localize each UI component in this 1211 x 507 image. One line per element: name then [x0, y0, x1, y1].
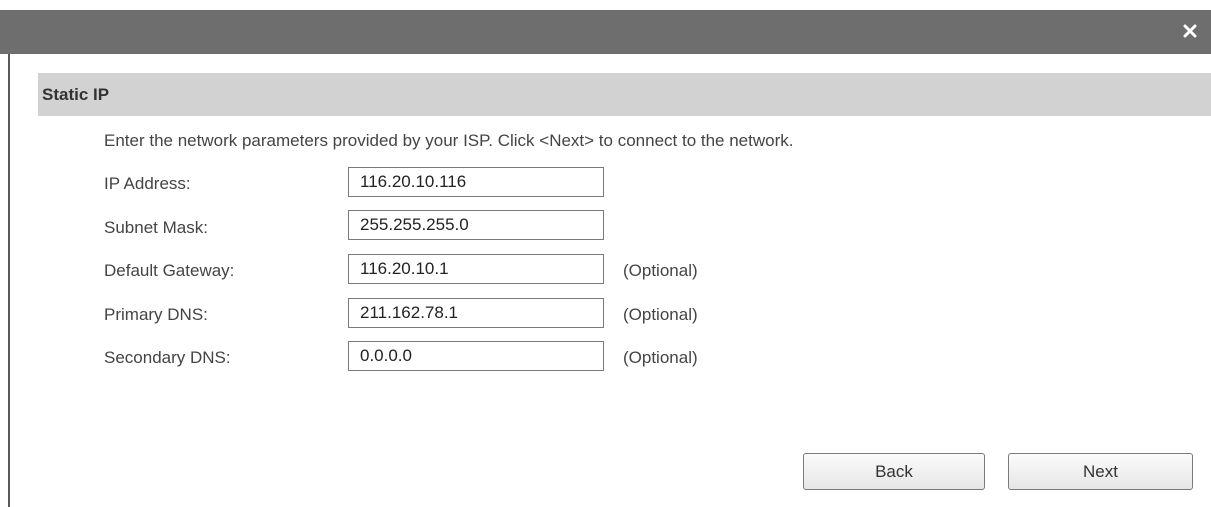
primary-dns-input[interactable]	[348, 298, 604, 328]
subnet-mask-label: Subnet Mask:	[104, 218, 208, 237]
default-gateway-label: Default Gateway:	[104, 261, 235, 280]
secondary-dns-optional-hint: (Optional)	[623, 348, 698, 367]
section-header: Static IP	[38, 73, 1211, 116]
primary-dns-optional-hint: (Optional)	[623, 305, 698, 324]
secondary-dns-input[interactable]	[348, 341, 604, 371]
ip-address-label: IP Address:	[104, 174, 191, 193]
instructions-text: Enter the network parameters provided by…	[104, 131, 794, 150]
subnet-mask-input[interactable]	[348, 210, 604, 240]
primary-dns-label: Primary DNS:	[104, 305, 208, 324]
back-button[interactable]: Back	[803, 453, 985, 490]
default-gateway-input[interactable]	[348, 254, 604, 284]
ip-address-input[interactable]	[348, 167, 604, 197]
dialog-left-border	[8, 54, 10, 507]
dialog-title-bar	[0, 10, 1211, 54]
close-icon	[1183, 24, 1197, 38]
default-gateway-optional-hint: (Optional)	[623, 261, 698, 280]
secondary-dns-label: Secondary DNS:	[104, 348, 231, 367]
section-title: Static IP	[42, 85, 110, 104]
close-button[interactable]	[1179, 20, 1201, 42]
next-button[interactable]: Next	[1008, 453, 1193, 490]
static-ip-dialog: Static IP Enter the network parameters p…	[0, 0, 1211, 507]
